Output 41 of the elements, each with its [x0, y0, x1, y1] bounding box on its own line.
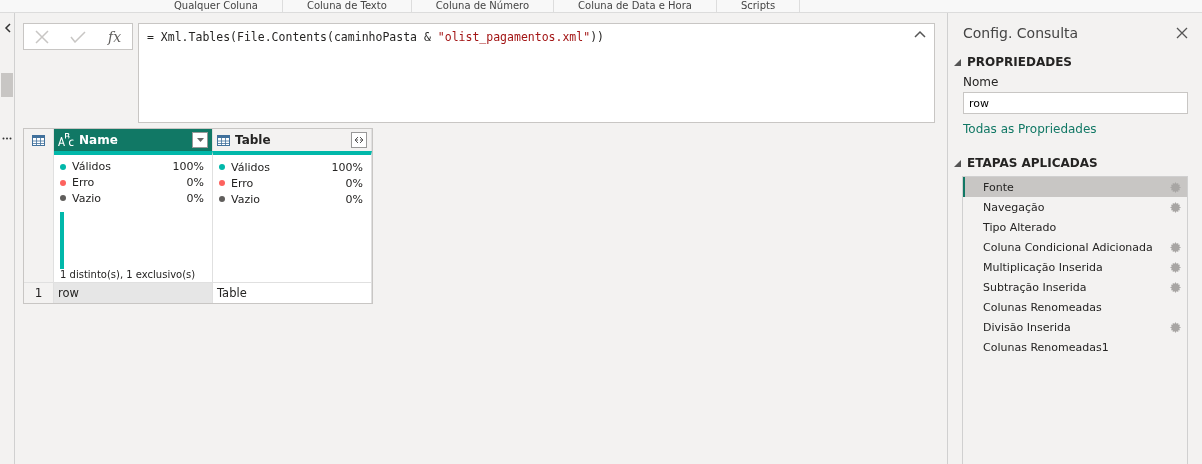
- quality-value: 0%: [345, 192, 363, 206]
- quality-label: Vazio: [72, 191, 102, 205]
- fx-label[interactable]: fx: [108, 28, 122, 45]
- formula-text: = Xml.Tables(File.Contents(caminhoPasta & "olist_pagamentos.xml")): [147, 30, 604, 46]
- applied-step[interactable]: Colunas Renomeadas1: [963, 337, 1187, 357]
- ribbon-group-label: Coluna de Número: [411, 0, 555, 12]
- pane-title: Config. Consulta: [963, 25, 1079, 41]
- quality-label: Válidos: [72, 160, 112, 174]
- table-cell: Table: [213, 282, 372, 303]
- column-header[interactable]: Name: [54, 129, 213, 151]
- quality-value: 100%: [331, 160, 363, 174]
- name-label: Nome: [963, 75, 1000, 89]
- quality-value: 100%: [172, 160, 204, 174]
- formula-field[interactable]: = Xml.Tables(File.Contents(caminhoPasta & "olist_pagamentos.xml")): [138, 23, 935, 123]
- quality-value: 0%: [345, 176, 363, 190]
- applied-step[interactable]: Fonte: [963, 177, 1187, 197]
- section-heading: ETAPAS APLICADAS: [967, 156, 1098, 170]
- ribbon-group-label: Coluna de Data e Hora: [554, 0, 717, 12]
- ribbon-group-label: Coluna de Texto: [282, 0, 412, 12]
- row-number: 1: [24, 282, 54, 303]
- quality-label: Válidos: [231, 160, 271, 174]
- distribution-text: 1 distinto(s), 1 exclusivo(s): [60, 269, 197, 280]
- applied-step[interactable]: Tipo Alterado: [963, 217, 1187, 237]
- applied-step[interactable]: Navegação: [963, 197, 1187, 217]
- ribbon-group-label: Scripts: [716, 0, 801, 12]
- quality-value: 0%: [186, 176, 204, 190]
- table-cell: row: [54, 282, 213, 303]
- column-header[interactable]: Table: [213, 129, 372, 151]
- applied-step[interactable]: Coluna Condicional Adicionada: [963, 237, 1187, 257]
- quality-label: Erro: [231, 176, 255, 190]
- quality-value: 0%: [186, 191, 204, 205]
- ribbon-group-label: Qualquer Coluna: [150, 0, 283, 12]
- quality-label: Vazio: [231, 192, 261, 206]
- applied-step[interactable]: Colunas Renomeadas: [963, 297, 1187, 317]
- applied-step[interactable]: Subtração Inserida: [963, 277, 1187, 297]
- section-heading: PROPRIEDADES: [967, 55, 1072, 69]
- all-properties-link[interactable]: Todas as Propriedades: [963, 122, 1188, 136]
- name-field[interactable]: row: [963, 92, 1188, 114]
- applied-step[interactable]: Multiplicação Inserida: [963, 257, 1187, 277]
- quality-label: Erro: [72, 176, 96, 190]
- applied-step[interactable]: Divisão Inserida: [963, 317, 1187, 337]
